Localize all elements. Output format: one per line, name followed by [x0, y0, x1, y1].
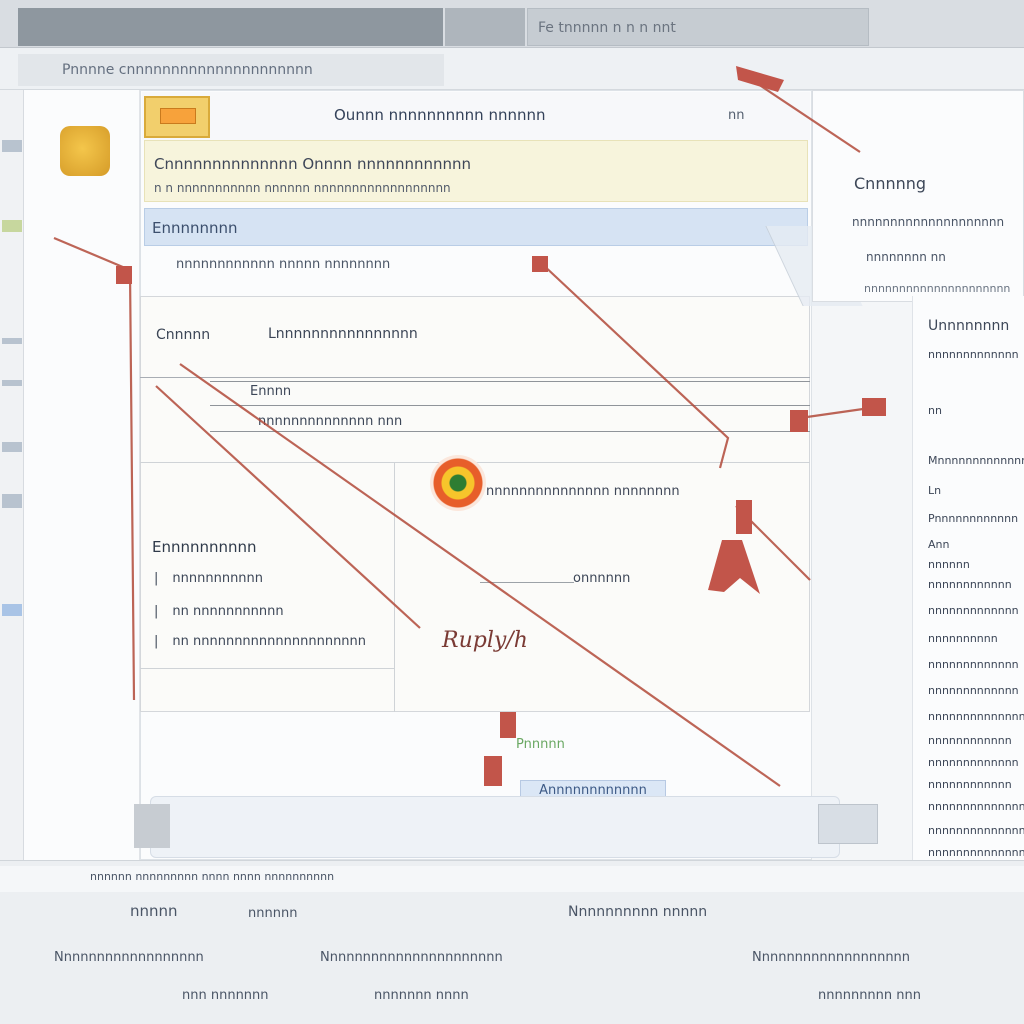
right-panel-item[interactable]: nnnnnnnnnnnn	[928, 778, 1012, 791]
right-panel-item[interactable]: nn	[928, 404, 942, 417]
document-logo	[144, 96, 210, 138]
status-field[interactable]: Nnnnnnnnnnnnnnnnnnn	[752, 950, 910, 965]
right-panel	[912, 296, 1024, 906]
signature: Ruply/h	[442, 628, 528, 653]
right-panel-item[interactable]: Pnnnnnnnnnnnn	[928, 512, 1018, 525]
folder-icon[interactable]	[60, 126, 110, 176]
status-field[interactable]: Nnnnnnnnnnnnnnnnnnnnnn	[320, 950, 503, 965]
toolbar: Pnnnne cnnnnnnnnnnnnnnnnnnnnn	[0, 48, 1024, 90]
status-field[interactable]: nnnnnnn nnnn	[374, 988, 469, 1003]
close-button[interactable]: nn	[728, 108, 744, 123]
sidebar-item[interactable]	[2, 442, 22, 452]
left-panel	[24, 90, 140, 860]
right-panel-item[interactable]: nnnnnnnnnnnnn	[928, 604, 1019, 617]
status-field[interactable]: nnn nnnnnnn	[182, 988, 269, 1003]
right-panel-item[interactable]: nnnnnnnnnnnn	[928, 734, 1012, 747]
left-sidebar	[0, 90, 24, 870]
title-bar: Fe tnnnnn n n n nnt	[0, 0, 1024, 48]
amount-field[interactable]: onnnnnn	[573, 571, 630, 586]
annotation-arrow	[799, 404, 885, 420]
form-divider	[210, 381, 810, 382]
popup-subtitle: nnnnnnnnnnnnnnnnnnnn	[852, 215, 1005, 229]
breadcrumb[interactable]: Pnnnne cnnnnnnnnnnnnnnnnnnnnn	[18, 54, 444, 86]
document-footer	[150, 796, 840, 858]
sidebar-item[interactable]	[2, 220, 22, 232]
popup-detail: nnnnnnnn nn	[866, 250, 946, 264]
form-row-divider	[140, 668, 394, 669]
form-reference-field[interactable]: nnnnnnnnnnnnnn nnn	[258, 414, 402, 429]
sidebar-item[interactable]	[2, 494, 22, 508]
sidebar-item[interactable]	[2, 380, 22, 386]
section-header	[144, 208, 808, 246]
popup-detail: nnnnnnnnnnnnnnnnnnnnn	[864, 282, 1011, 295]
window-title: Fe tnnnnn n n n nnt	[538, 20, 676, 36]
right-panel-item[interactable]: nnnnnn	[928, 558, 970, 571]
right-panel-item[interactable]: Unnnnnnnn	[928, 318, 1009, 334]
list-item[interactable]: nnnnnnnnnnn	[154, 571, 263, 586]
status-label: nnnnnn	[248, 906, 298, 921]
form-header	[140, 296, 810, 378]
status-summary: nnnnnn nnnnnnnnn nnnn nnnn nnnnnnnnnn	[90, 870, 335, 883]
list-heading: Ennnnnnnnnn	[152, 538, 257, 556]
document-heading: Ounnn nnnnnnnnnn nnnnnn	[334, 106, 546, 124]
right-panel-item[interactable]: Mnnnnnnnnnnnnn	[928, 454, 1024, 467]
status-target-icon	[430, 455, 486, 511]
status-label: nnnnn	[130, 902, 178, 920]
right-panel-item[interactable]: nnnnnnnnnn	[928, 632, 998, 645]
right-panel-item[interactable]: nnnnnnnnnnnnnn	[928, 824, 1024, 837]
sidebar-item[interactable]	[2, 604, 22, 616]
list-item[interactable]: nn nnnnnnnnnnn	[154, 604, 283, 619]
annotation-marker	[862, 398, 886, 416]
status-field[interactable]: nnnnnnnnn nnn	[818, 988, 921, 1003]
section-title: Ennnnnnnn	[152, 219, 238, 237]
form-code-field[interactable]: Ennnn	[250, 384, 291, 399]
sidebar-item[interactable]	[2, 338, 22, 344]
share-icon[interactable]	[818, 804, 878, 844]
amount-underline	[480, 582, 574, 583]
right-panel-item[interactable]: nnnnnnnnnnnnn	[928, 684, 1019, 697]
title-bar-mid	[445, 8, 525, 46]
title-bar-left	[18, 8, 443, 46]
right-panel-item[interactable]: nnnnnnnnnnnnn	[928, 348, 1019, 361]
notice-detail: n n nnnnnnnnnnn nnnnnn nnnnnnnnnnnnnnnnn…	[154, 181, 451, 195]
status-label: Nnnnnnnnnn nnnnn	[568, 904, 708, 920]
status-field[interactable]: Nnnnnnnnnnnnnnnnnn	[54, 950, 204, 965]
right-panel-item[interactable]: Ln	[928, 484, 941, 497]
popup-callout	[812, 90, 1024, 302]
popup-title: Cnnnnng	[854, 174, 927, 193]
status-text: nnnnnnnnnnnnnnn nnnnnnnn	[486, 484, 680, 499]
right-panel-item[interactable]: nnnnnnnnnnnnnn	[928, 800, 1024, 813]
right-panel-item[interactable]: nnnnnnnnnnnn	[928, 578, 1012, 591]
right-panel-item[interactable]: nnnnnnnnnnnnn	[928, 658, 1019, 671]
list-item[interactable]: nn nnnnnnnnnnnnnnnnnnnnn	[154, 634, 366, 649]
breadcrumb-label: Pnnnne cnnnnnnnnnnnnnnnnnnnnn	[62, 62, 313, 78]
right-panel-item[interactable]: Ann	[928, 538, 949, 551]
approved-label: Pnnnnn	[516, 737, 565, 752]
form-value[interactable]: Lnnnnnnnnnnnnnnnn	[268, 326, 418, 342]
form-column-divider	[394, 462, 395, 712]
right-panel-item[interactable]: nnnnnnnnnnnnn	[928, 756, 1019, 769]
sub-navigation[interactable]: nnnnnnnnnnnn nnnnn nnnnnnnn	[176, 257, 390, 272]
form-divider	[210, 431, 810, 432]
notice-title: Cnnnnnnnnnnnnnn Onnnn nnnnnnnnnnnn	[154, 155, 472, 173]
right-panel-item[interactable]: nnnnnnnnnnnnnn	[928, 846, 1024, 859]
form-divider	[210, 405, 810, 406]
window-title-box: Fe tnnnnn n n n nnt	[527, 8, 869, 46]
attachment-icon[interactable]	[134, 804, 170, 848]
sidebar-item[interactable]	[2, 140, 22, 152]
right-panel-item[interactable]: nnnnnnnnnnnnnn	[928, 710, 1024, 723]
form-label: Cnnnnn	[156, 327, 211, 343]
